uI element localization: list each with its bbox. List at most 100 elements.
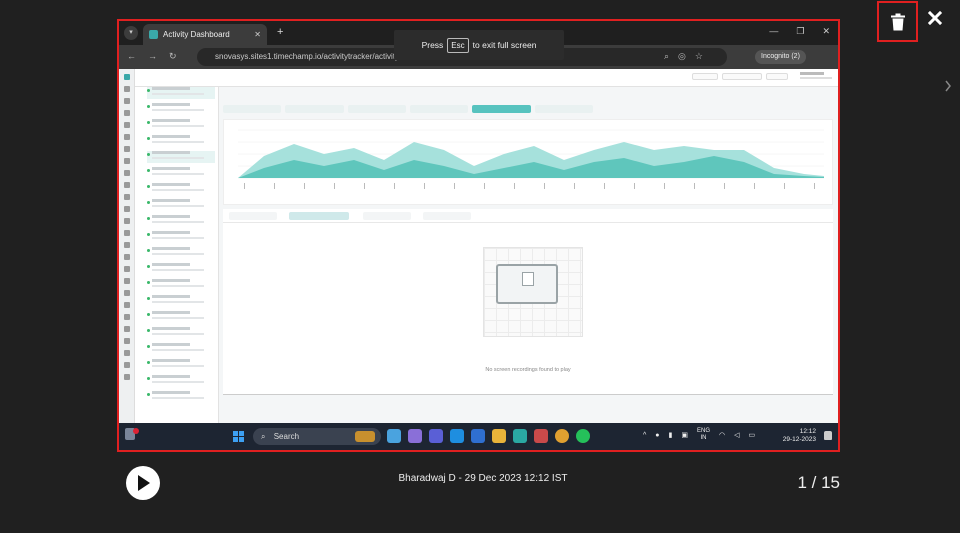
teams-icon[interactable] xyxy=(429,429,443,443)
rail-icon[interactable] xyxy=(123,290,130,296)
rail-icon[interactable] xyxy=(123,242,130,248)
rail-icon[interactable] xyxy=(123,194,130,200)
header-button[interactable] xyxy=(766,73,788,80)
content-tab[interactable] xyxy=(423,212,471,220)
minimize-icon[interactable]: — xyxy=(769,26,778,37)
content-tab[interactable] xyxy=(229,212,277,220)
window-close-icon[interactable]: ✕ xyxy=(822,26,830,37)
rail-icon[interactable] xyxy=(123,170,130,176)
rail-icon[interactable] xyxy=(123,110,130,116)
rail-icon[interactable] xyxy=(123,350,130,356)
zoom-icon[interactable]: ⌕ xyxy=(664,51,669,62)
app-logo-icon[interactable] xyxy=(123,74,130,80)
rail-icon[interactable] xyxy=(123,254,130,260)
member-list-item[interactable] xyxy=(147,183,215,195)
header-button[interactable] xyxy=(722,73,762,80)
close-button[interactable] xyxy=(925,8,945,28)
mic-icon[interactable]: ▮ xyxy=(669,431,673,439)
member-list-item[interactable] xyxy=(147,247,215,259)
tray-app-icon[interactable]: ▣ xyxy=(681,431,688,439)
input-language[interactable]: ENG IN xyxy=(697,428,710,442)
rail-icon[interactable] xyxy=(123,146,130,152)
reload-icon[interactable]: ↻ xyxy=(169,51,177,62)
restore-icon[interactable]: ❐ xyxy=(796,26,804,37)
back-icon[interactable]: ← xyxy=(127,51,136,62)
rail-icon[interactable] xyxy=(123,278,130,284)
view-tab[interactable] xyxy=(347,105,406,113)
app-icon[interactable] xyxy=(408,429,422,443)
play-button[interactable] xyxy=(126,466,160,500)
content-tab-screen-recordings[interactable] xyxy=(289,212,349,220)
member-list-item[interactable] xyxy=(147,375,215,387)
rail-icon[interactable] xyxy=(123,314,130,320)
member-list-item[interactable] xyxy=(147,199,215,211)
notification-icon[interactable] xyxy=(824,431,832,440)
bookmark-star-icon[interactable]: ☆ xyxy=(695,51,703,62)
tray-chevron-icon[interactable]: ^ xyxy=(643,432,646,439)
member-list-item[interactable] xyxy=(147,215,215,227)
app-icon[interactable] xyxy=(471,429,485,443)
rail-icon[interactable] xyxy=(123,206,130,212)
app-icon[interactable] xyxy=(513,429,527,443)
tab-close-icon[interactable]: ✕ xyxy=(254,30,261,39)
member-list-item[interactable] xyxy=(147,391,215,403)
rail-icon[interactable] xyxy=(123,302,130,308)
tab-search-icon[interactable]: ▾ xyxy=(124,26,138,40)
eye-off-icon[interactable]: ◎ xyxy=(678,51,686,62)
next-button[interactable] xyxy=(940,74,956,98)
rail-icon[interactable] xyxy=(123,218,130,224)
view-tab[interactable] xyxy=(223,105,282,113)
rail-icon[interactable] xyxy=(123,98,130,104)
member-list-item[interactable] xyxy=(147,167,215,179)
member-list-item[interactable] xyxy=(147,311,215,323)
view-tab[interactable] xyxy=(409,105,469,113)
windows-start-icon[interactable] xyxy=(233,431,244,442)
user-menu[interactable] xyxy=(800,72,832,79)
new-tab-icon[interactable]: + xyxy=(277,26,283,38)
rail-icon[interactable] xyxy=(123,122,130,128)
widgets-icon[interactable] xyxy=(125,428,139,444)
header-button[interactable] xyxy=(692,73,718,80)
incognito-badge[interactable]: Incognito (2) xyxy=(755,50,806,64)
app-icon[interactable] xyxy=(534,429,548,443)
rail-icon[interactable] xyxy=(123,134,130,140)
member-list-item[interactable] xyxy=(147,119,215,131)
rail-icon[interactable] xyxy=(123,266,130,272)
view-tab[interactable] xyxy=(285,105,344,113)
content-tab[interactable] xyxy=(363,212,411,220)
taskbar-search[interactable]: ⌕ Search xyxy=(253,428,381,445)
forward-icon[interactable]: → xyxy=(148,51,157,62)
battery-icon[interactable]: ▭ xyxy=(749,431,756,439)
browser-tab[interactable]: Activity Dashboard ✕ xyxy=(143,24,267,45)
whatsapp-icon[interactable] xyxy=(576,429,590,443)
app-icon[interactable] xyxy=(387,429,401,443)
view-tab[interactable] xyxy=(534,105,593,113)
tray-app-icon[interactable]: ● xyxy=(655,432,659,439)
wifi-icon[interactable]: ◠ xyxy=(719,431,725,439)
member-list-item[interactable] xyxy=(147,327,215,339)
rail-icon[interactable] xyxy=(123,326,130,332)
member-list-item[interactable] xyxy=(147,151,215,163)
member-list-item[interactable] xyxy=(147,279,215,291)
rail-icon[interactable] xyxy=(123,86,130,92)
member-list-item[interactable] xyxy=(147,295,215,307)
rail-icon[interactable] xyxy=(123,374,130,380)
member-list-item[interactable] xyxy=(147,87,215,99)
member-list-item[interactable] xyxy=(147,135,215,147)
rail-icon[interactable] xyxy=(123,362,130,368)
member-list-item[interactable] xyxy=(147,231,215,243)
taskbar-clock[interactable]: 12:12 29-12-2023 xyxy=(783,428,816,444)
delete-button[interactable] xyxy=(877,1,918,42)
member-list-item[interactable] xyxy=(147,103,215,115)
edge-icon[interactable] xyxy=(450,429,464,443)
rail-icon[interactable] xyxy=(123,230,130,236)
rail-icon[interactable] xyxy=(123,182,130,188)
volume-icon[interactable]: ◁ xyxy=(734,431,739,439)
member-list-item[interactable] xyxy=(147,343,215,355)
chrome-icon[interactable] xyxy=(555,429,569,443)
rail-icon[interactable] xyxy=(123,158,130,164)
member-list-item[interactable] xyxy=(147,359,215,371)
view-tab-active[interactable] xyxy=(472,105,531,113)
member-list-item[interactable] xyxy=(147,263,215,275)
file-explorer-icon[interactable] xyxy=(492,429,506,443)
